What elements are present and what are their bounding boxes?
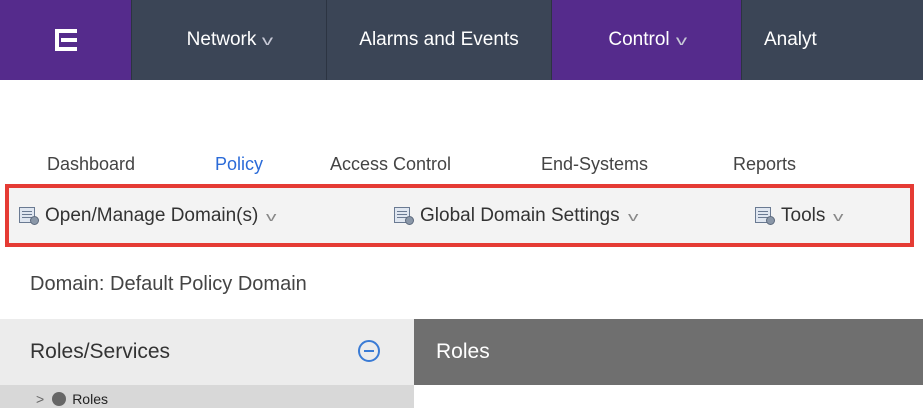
collapse-icon[interactable] xyxy=(358,340,380,362)
nav-alarms-label: Alarms and Events xyxy=(359,29,519,50)
open-manage-domains-menu[interactable]: Open/Manage Domain(s) v xyxy=(19,202,277,230)
tab-policy[interactable]: Policy xyxy=(215,154,263,175)
domain-settings-icon xyxy=(755,207,775,225)
chevron-down-icon: v xyxy=(266,208,277,224)
nav-network[interactable]: Network v xyxy=(132,0,327,80)
roles-icon xyxy=(52,392,67,406)
tree-item-label: Roles xyxy=(72,391,108,407)
nav-network-label: Network xyxy=(186,29,257,50)
nav-analytics[interactable]: Analyt xyxy=(742,0,923,80)
tab-dashboard[interactable]: Dashboard xyxy=(47,154,135,175)
roles-panel-title: Roles xyxy=(436,340,490,363)
chevron-down-icon: v xyxy=(675,32,687,48)
policy-tabs: Dashboard Policy Access Control End-Syst… xyxy=(0,154,923,180)
domain-settings-icon xyxy=(19,207,39,225)
global-domain-settings-menu[interactable]: Global Domain Settings v xyxy=(394,202,639,230)
nav-alarms-and-events[interactable]: Alarms and Events xyxy=(327,0,552,80)
chevron-down-icon: v xyxy=(833,208,844,224)
policy-toolbar: Open/Manage Domain(s) v Global Domain Se… xyxy=(5,184,914,247)
roles-services-title: Roles/Services xyxy=(30,340,171,363)
roles-panel-body xyxy=(414,385,923,408)
tools-label: Tools xyxy=(781,205,826,226)
domain-label: Domain: Default Policy Domain xyxy=(30,272,307,295)
nav-control-label: Control xyxy=(608,29,670,50)
domain-bar: Domain: Default Policy Domain xyxy=(0,253,923,315)
chevron-down-icon: v xyxy=(262,32,274,48)
domain-settings-icon xyxy=(394,207,414,225)
tab-reports[interactable]: Reports xyxy=(733,154,796,175)
nav-analytics-label: Analyt xyxy=(764,29,817,50)
chevron-down-icon: v xyxy=(627,208,639,224)
roles-panel-header: Roles xyxy=(414,319,923,385)
extreme-logo-icon xyxy=(54,29,77,51)
global-domain-settings-label: Global Domain Settings xyxy=(420,205,620,226)
nav-control[interactable]: Control v xyxy=(552,0,742,80)
roles-services-tree: > Roles xyxy=(0,385,414,408)
top-navigation: Network v Alarms and Events Control v An… xyxy=(0,0,923,80)
tab-end-systems[interactable]: End-Systems xyxy=(541,154,648,175)
logo-cell[interactable] xyxy=(0,0,132,80)
tab-access-control[interactable]: Access Control xyxy=(330,154,451,175)
roles-services-panel-header: Roles/Services xyxy=(0,319,414,385)
chevron-right-icon[interactable]: > xyxy=(36,391,44,407)
tools-menu[interactable]: Tools v xyxy=(755,202,844,230)
tree-item-roles[interactable]: > Roles xyxy=(36,391,108,407)
open-manage-domains-label: Open/Manage Domain(s) xyxy=(45,205,259,226)
